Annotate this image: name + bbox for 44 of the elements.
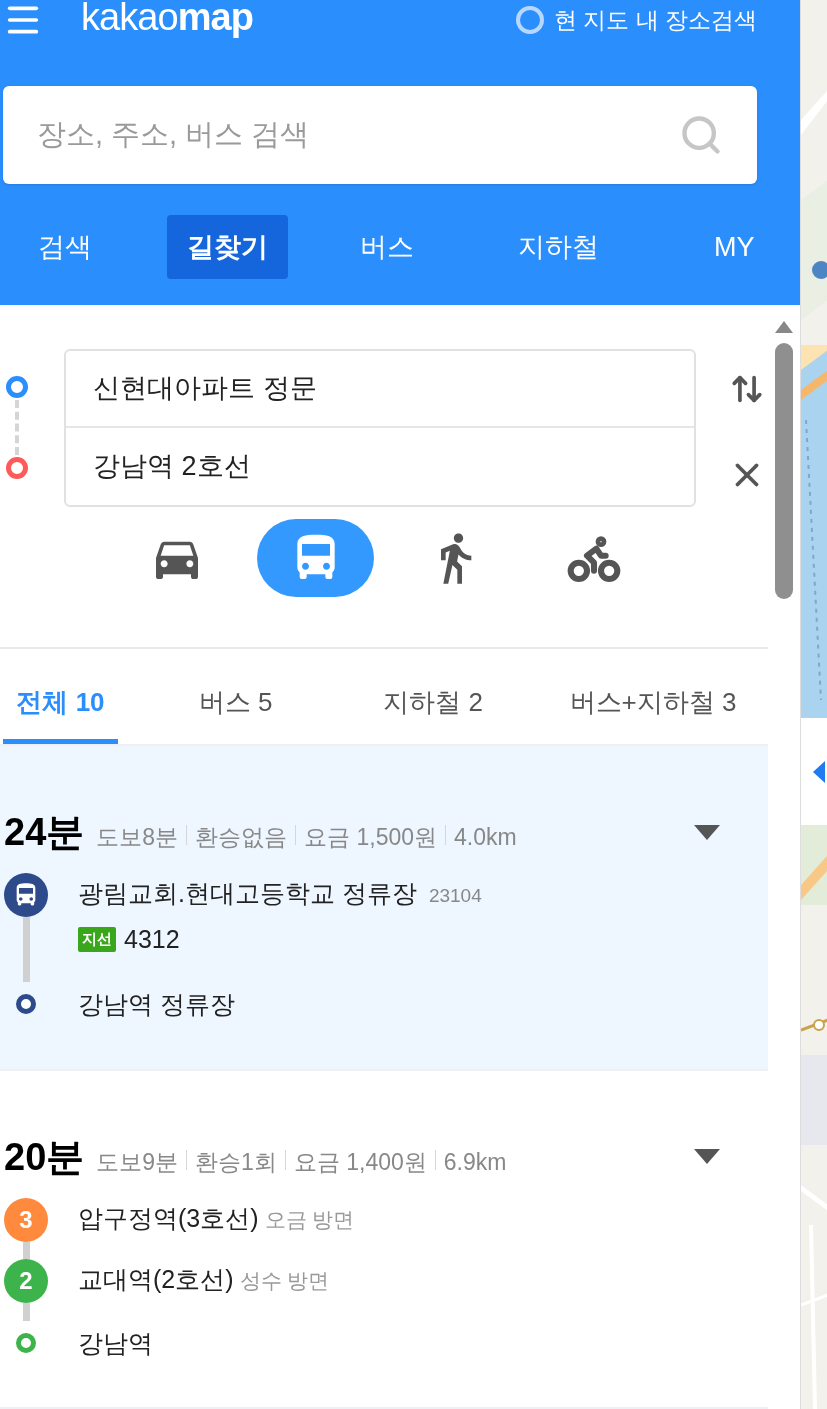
subway-line-badge: 2 xyxy=(4,1259,48,1303)
stop-name: 교대역(2호선) xyxy=(78,1264,234,1295)
stop-code: 23104 xyxy=(428,884,482,908)
search-field[interactable]: 장소, 주소, 버스 검색 xyxy=(37,113,679,157)
travel-time: 24분 xyxy=(4,810,85,855)
route-info: 환승1회 xyxy=(195,1147,277,1177)
search-bar[interactable]: 장소, 주소, 버스 검색 xyxy=(3,86,757,184)
scroll-up-icon[interactable] xyxy=(775,321,793,333)
filter-tab[interactable]: 지하철 2 xyxy=(353,666,513,744)
caret-down-icon[interactable] xyxy=(694,1149,720,1165)
route-info: 요금 1,500원 xyxy=(304,823,438,852)
dotted-line xyxy=(15,400,19,455)
stop-name: 강남역 정류장 xyxy=(78,989,235,1020)
stop-name: 강남역 xyxy=(78,1327,153,1359)
nav-tab[interactable]: 검색 xyxy=(18,215,112,279)
nav-tab[interactable]: 버스 xyxy=(340,215,434,279)
stop-name: 광림교회.현대고등학교 정류장 xyxy=(78,878,417,909)
radio-button[interactable] xyxy=(515,6,544,34)
subway-line-badge: 3 xyxy=(4,1197,48,1242)
route-info: 요금 1,400원 xyxy=(293,1147,427,1177)
route-type-tag: 지선 xyxy=(78,927,116,952)
filter-tab[interactable]: 버스+지하철 3 xyxy=(553,666,753,744)
origin-field[interactable]: 신현대아파트 정문 xyxy=(66,351,694,428)
nav-tab[interactable]: 길찾기 xyxy=(167,215,288,279)
nav-tab[interactable]: MY xyxy=(694,215,775,279)
filter-tab[interactable]: 버스 5 xyxy=(118,666,353,744)
destination-field[interactable]: 강남역 2호선 xyxy=(66,428,694,505)
bus-number: 4312 xyxy=(124,923,180,955)
direction-text: 성수 방면 xyxy=(239,1268,330,1294)
travel-time: 20분 xyxy=(4,1134,85,1180)
route-info: 도보8분 xyxy=(96,823,179,852)
caret-down-icon[interactable] xyxy=(694,824,720,841)
route-info: 도보9분 xyxy=(96,1147,179,1177)
route-info: 환승없음 xyxy=(195,823,288,852)
direction-text: 오금 방면 xyxy=(264,1206,355,1233)
scrollbar-thumb[interactable] xyxy=(775,343,793,599)
map-search-label[interactable]: 현 지도 내 장소검색 xyxy=(553,2,757,38)
kakaomap-logo[interactable]: kakaomap xyxy=(81,0,253,36)
route-info: 4.0km xyxy=(454,823,517,852)
nav-tab[interactable]: 지하철 xyxy=(498,215,619,279)
route-info: 6.9km xyxy=(443,1147,507,1177)
stop-name: 압구정역(3호선) xyxy=(78,1202,259,1234)
route-result[interactable]: 24분 도보8분 환승없음 요금 1,500원 4.0km 광림교회.현대고등학교 정류장 23104 지선 4312 강남역 정류장 xyxy=(0,746,768,1071)
collapse-arrow-icon[interactable] xyxy=(813,760,825,783)
